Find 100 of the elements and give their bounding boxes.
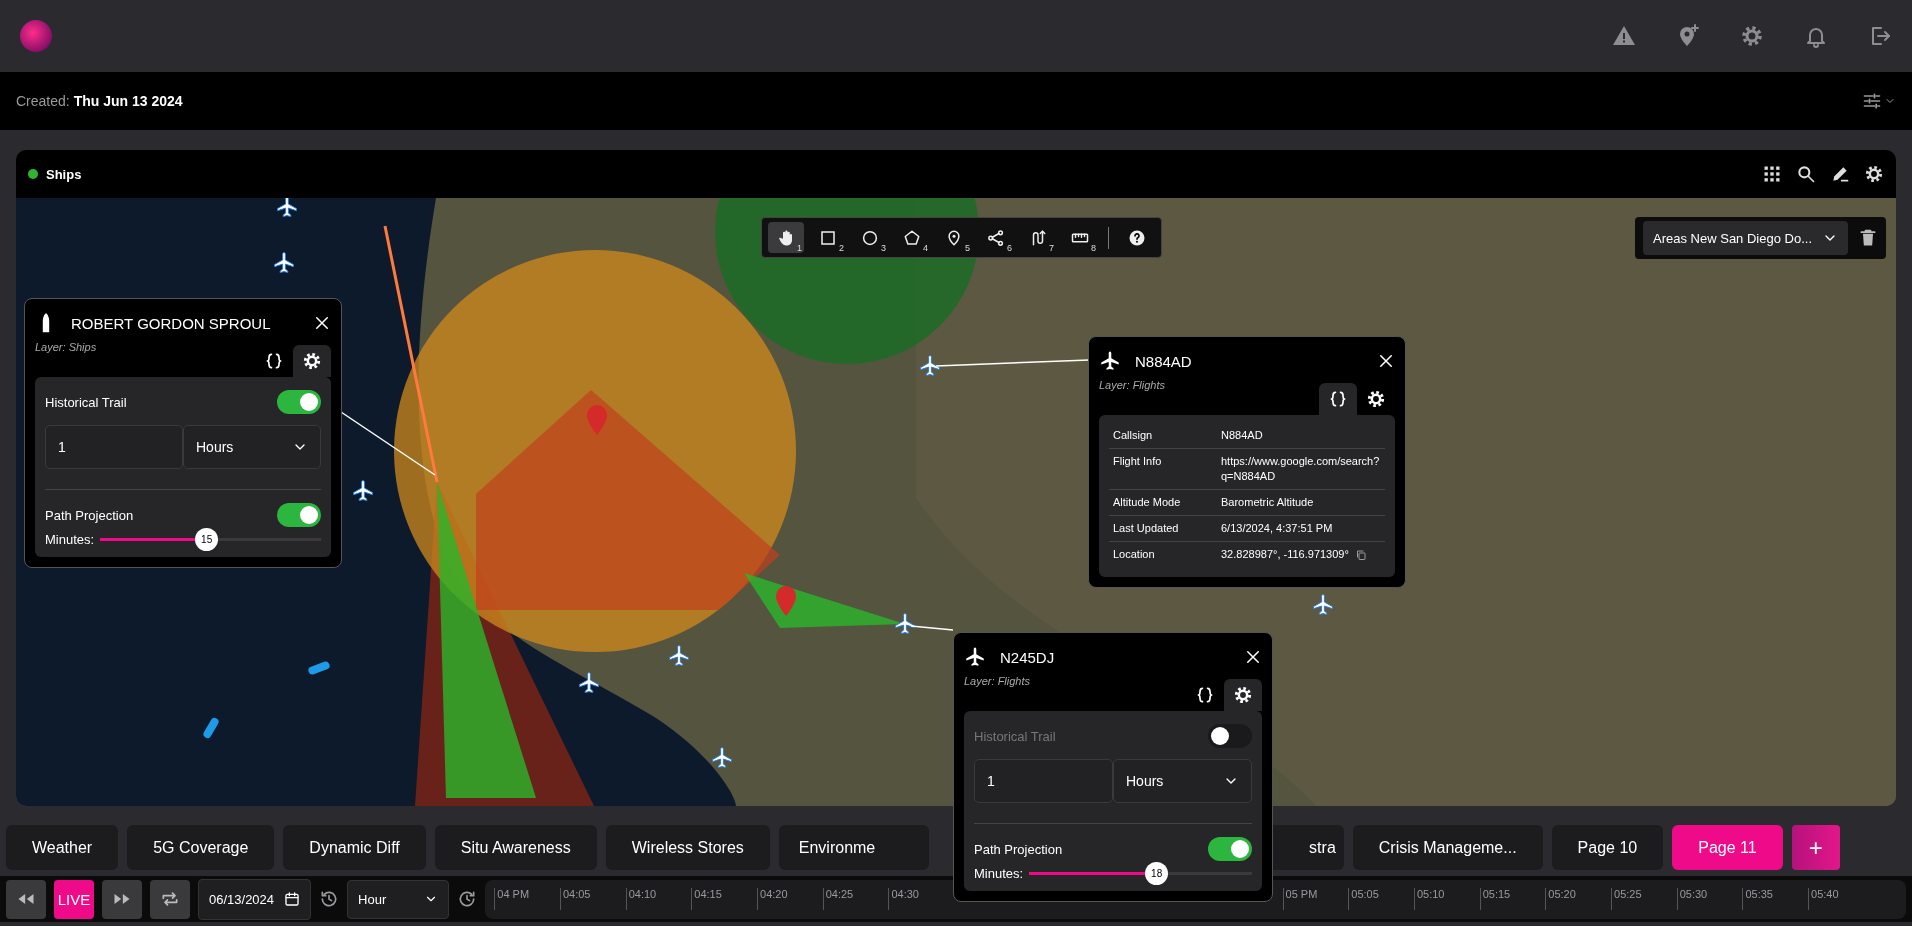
property-label: Location — [1109, 541, 1217, 567]
close-icon — [1244, 648, 1262, 666]
close-button[interactable] — [313, 314, 331, 332]
nodes-icon — [987, 228, 1005, 247]
unit-dropdown[interactable]: Hours — [1113, 759, 1252, 803]
settings-icon — [1233, 685, 1253, 705]
settings-button[interactable] — [1864, 164, 1884, 184]
page-tab[interactable]: Page 11 — [1672, 825, 1783, 870]
time-tick: 05:15 — [1479, 887, 1546, 910]
toggle-switch[interactable] — [277, 503, 321, 527]
grid-icon — [1762, 164, 1782, 184]
rewind-button[interactable] — [6, 879, 46, 919]
braces-icon — [1328, 389, 1348, 409]
slider-label: Minutes: — [974, 866, 1024, 881]
search-button[interactable] — [1796, 164, 1816, 184]
map-tool-button[interactable]: 5 — [936, 222, 972, 253]
setting-label: Path Projection — [974, 841, 1063, 857]
plane-icon — [579, 672, 599, 694]
page-tab[interactable]: Wireless Stores — [605, 825, 770, 870]
close-button[interactable] — [1244, 648, 1262, 666]
copy-button[interactable] — [1354, 548, 1367, 561]
slider-label: Minutes: — [45, 532, 95, 547]
map-tool-button[interactable]: 8 — [1062, 222, 1098, 253]
delete-button[interactable] — [1858, 228, 1878, 248]
plane-icon — [920, 355, 940, 377]
plane-icon — [895, 613, 915, 635]
square-icon — [819, 228, 837, 247]
time-tick: 04:15 — [691, 887, 757, 910]
page-tab[interactable]: Weather — [6, 825, 119, 870]
calendar-icon — [284, 891, 301, 907]
add-tab-button[interactable]: + — [1791, 825, 1840, 870]
page-tab[interactable]: Dynamic Diff — [283, 825, 426, 870]
time-tick: 05:05 — [1348, 887, 1414, 910]
created-label: Created: — [16, 93, 70, 109]
repeat-button[interactable] — [150, 879, 190, 919]
time-tick: 04:20 — [757, 887, 823, 910]
refresh-button[interactable] — [457, 889, 478, 909]
property-value: https://www.google.com/search?q=N884AD — [1217, 448, 1385, 490]
setting-label: Historical Trail — [974, 728, 1056, 744]
filter-button[interactable] — [1862, 91, 1896, 111]
time-tick: 04:05 — [559, 887, 626, 910]
interval-dropdown[interactable]: Hour — [347, 879, 450, 919]
popup-title: N884AD — [1135, 352, 1193, 370]
live-button[interactable]: LIVE — [54, 879, 94, 919]
leader-line — [910, 625, 954, 631]
popup-title: N245DJ — [1000, 648, 1056, 666]
circle-icon — [861, 228, 879, 247]
slider-thumb[interactable]: 18 — [1145, 862, 1169, 885]
close-icon — [1377, 352, 1395, 370]
layer-label: Layer: Flights — [964, 675, 1032, 687]
map-tool-button[interactable]: 4 — [894, 222, 930, 253]
property-value: 6/13/2024, 4:37:51 PM — [1217, 515, 1385, 542]
property-value: Barometric Altitude — [1217, 489, 1385, 516]
time-tick: 05 PM — [1282, 887, 1349, 910]
help-icon — [1128, 228, 1146, 247]
pen-button[interactable] — [1830, 164, 1850, 184]
grid-button[interactable] — [1762, 164, 1782, 184]
page-tab[interactable]: Environme — [778, 825, 929, 870]
setting-label: Path Projection — [45, 507, 134, 523]
close-button[interactable] — [1377, 352, 1395, 370]
plane-icon — [274, 252, 294, 274]
time-tick: 04 PM — [494, 887, 560, 910]
number-field[interactable]: 1 — [974, 759, 1113, 803]
page-tab[interactable]: 5G Coverage — [127, 825, 275, 870]
map-tool-button[interactable]: 3 — [852, 222, 888, 253]
refresh-icon — [457, 889, 478, 909]
unit-dropdown[interactable]: Hours — [183, 425, 321, 469]
map-tool-button[interactable]: 2 — [810, 222, 846, 253]
map-tool-button[interactable]: 7 — [1020, 222, 1056, 253]
status-dot — [28, 169, 38, 179]
slider-thumb[interactable]: 15 — [195, 528, 219, 551]
settings-tab[interactable] — [293, 345, 331, 377]
settings-tab[interactable] — [1224, 679, 1262, 711]
date-field[interactable]: 06/13/2024 — [198, 878, 312, 920]
toggle-switch[interactable] — [1208, 724, 1252, 748]
page-tab[interactable]: Page 10 — [1551, 825, 1664, 870]
pin-icon — [945, 228, 963, 247]
warning-button[interactable] — [1612, 24, 1636, 48]
map-tool-button[interactable]: 1 — [768, 222, 804, 253]
json-tab[interactable] — [1319, 383, 1357, 415]
page-tab[interactable]: Situ Awareness — [434, 825, 597, 870]
location-pin — [776, 586, 796, 616]
close-icon — [313, 314, 331, 332]
page-tab[interactable]: Crisis Manageme... — [1352, 825, 1543, 870]
app-logo[interactable] — [20, 20, 52, 52]
popup-title: ROBERT GORDON SPROUL — [71, 314, 272, 332]
forward-button[interactable] — [102, 879, 142, 919]
property-label: Callsign — [1109, 423, 1217, 449]
settings-icon — [302, 351, 322, 371]
search-icon — [1796, 164, 1816, 184]
sliders-icon — [1862, 91, 1882, 111]
toggle-switch[interactable] — [277, 390, 321, 414]
property-value: N884AD — [1217, 423, 1385, 449]
area-dropdown[interactable]: Areas New San Diego Do... — [1643, 221, 1848, 255]
map-tool-button[interactable]: 6 — [978, 222, 1014, 253]
number-field[interactable]: 1 — [45, 425, 183, 469]
property-label: Last Updated — [1109, 515, 1217, 542]
created-date: Thu Jun 13 2024 — [73, 93, 183, 109]
pentagon-icon — [903, 228, 921, 247]
toggle-switch[interactable] — [1208, 837, 1252, 861]
